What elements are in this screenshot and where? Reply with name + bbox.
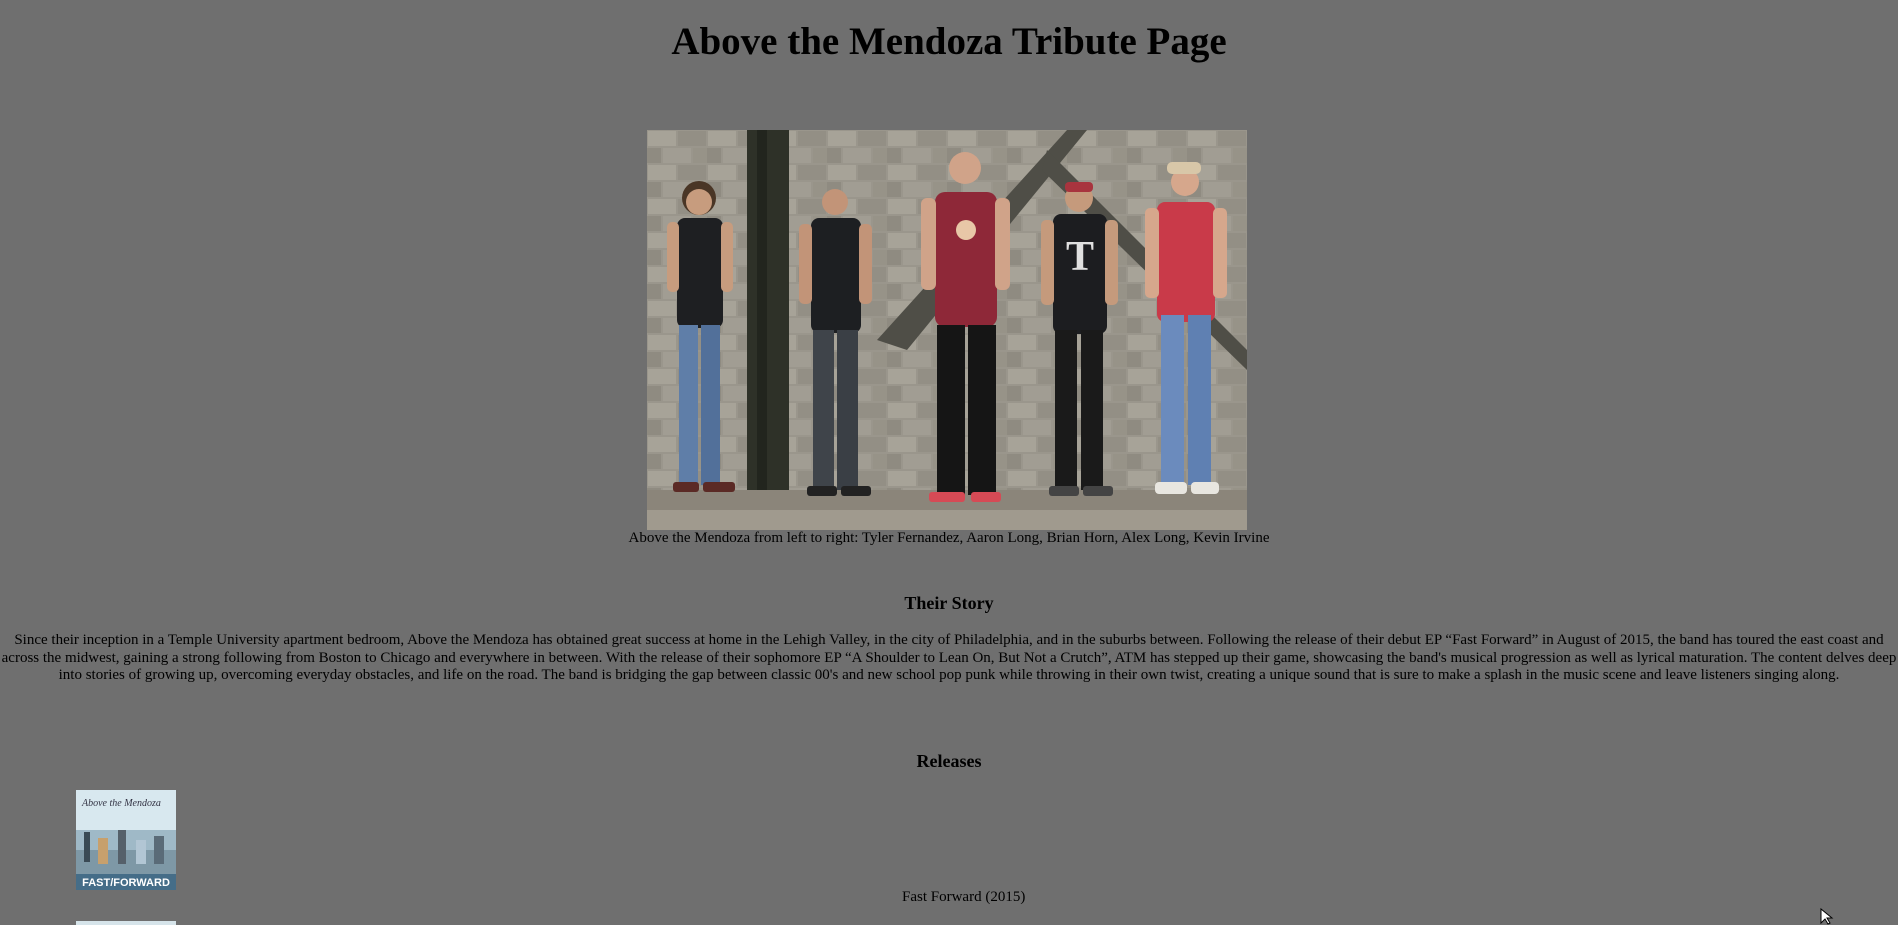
album-art-script: Above the Mendoza <box>81 798 161 809</box>
photo-caption: Above the Mendoza from left to right: Ty… <box>628 530 1270 546</box>
story-text: Since their inception in a Temple Univer… <box>1 632 1897 683</box>
mouse-cursor-icon <box>1820 908 1834 925</box>
band-photo: T <box>647 130 1247 530</box>
album-art-image: Above the Mendoza FAST/FORWARD <box>76 790 176 890</box>
release-label-fast-forward: Fast Forward (2015) <box>902 889 1026 905</box>
band-photo-image: T <box>647 130 1247 530</box>
story-heading: Their Story <box>904 593 994 613</box>
releases-heading: Releases <box>916 751 982 771</box>
release-cover-fast-forward[interactable]: Above the Mendoza FAST/FORWARD <box>76 790 176 890</box>
page-title: Above the Mendoza Tribute Page <box>671 20 1227 63</box>
release-cover-next[interactable] <box>76 921 176 925</box>
album-art-title: FAST/FORWARD <box>82 877 170 889</box>
page: Above the Mendoza Tribute Page T Above t… <box>0 0 1898 925</box>
svg-text:T: T <box>1066 234 1094 280</box>
